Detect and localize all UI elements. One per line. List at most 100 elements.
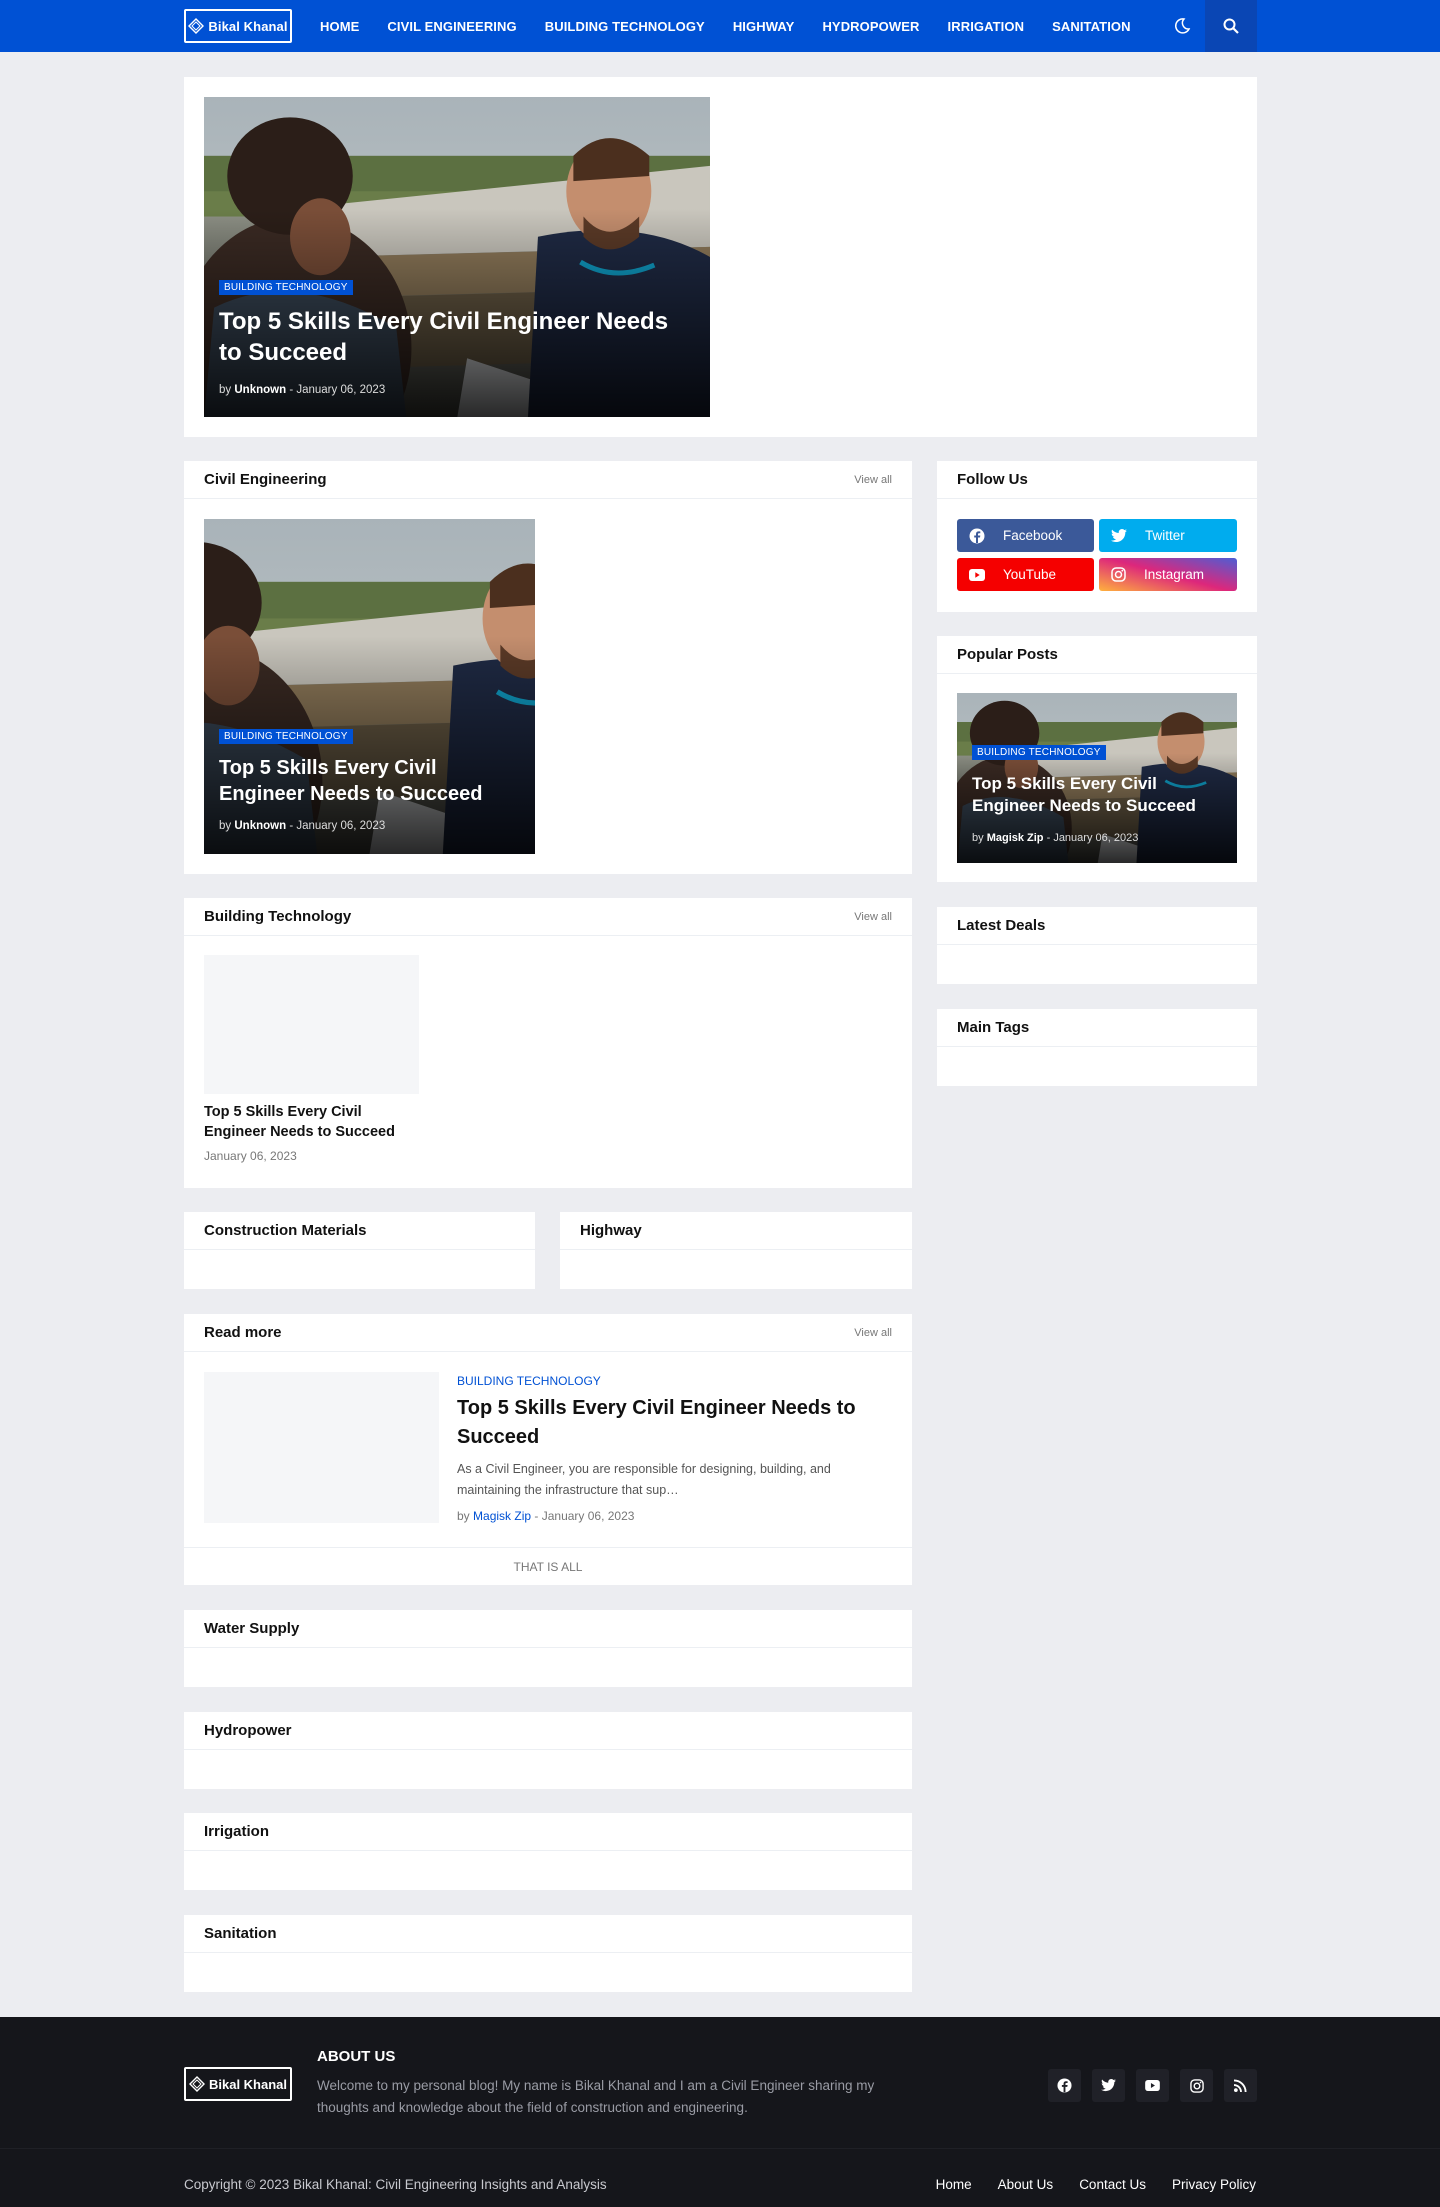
search-icon [1223, 18, 1239, 34]
logo-text: Bikal Khanal [208, 18, 288, 34]
post-title[interactable]: Top 5 Skills Every Civil Engineer Needs … [219, 755, 524, 807]
about-title: ABOUT US [317, 2048, 396, 2065]
widget-title: Popular Posts [957, 646, 1058, 663]
youtube-icon [969, 568, 985, 581]
widget-header: Popular Posts [937, 636, 1257, 674]
post-author[interactable]: Unknown [234, 384, 286, 396]
footer-link-contact[interactable]: Contact Us [1079, 2177, 1146, 2192]
nav-hydropower[interactable]: HYDROPOWER [822, 19, 919, 34]
logo-icon [188, 18, 205, 34]
post-excerpt: As a Civil Engineer, you are responsible… [457, 1462, 831, 1498]
view-all-link[interactable]: View all [854, 1327, 892, 1339]
nav-home[interactable]: HOME [320, 19, 359, 34]
post-author[interactable]: Unknown [234, 820, 286, 832]
instagram-icon [1189, 2078, 1204, 2093]
facebook-icon [1057, 2078, 1072, 2093]
post-category-tag[interactable]: BUILDING TECHNOLOGY [219, 280, 353, 295]
section-header: Building Technology View all [184, 898, 912, 936]
footer-logo[interactable]: Bikal Khanal [184, 2067, 292, 2101]
facebook-label: Facebook [1003, 528, 1063, 543]
featured-post-card[interactable]: BUILDING TECHNOLOGY Top 5 Skills Every C… [204, 97, 710, 417]
post-meta: by Magisk Zip - January 06, 2023 [457, 1509, 634, 1523]
section-title: Highway [580, 1222, 642, 1239]
read-more-section: Read more View all BUILDING TECHNOLOGY T… [184, 1314, 912, 1585]
popular-post-card[interactable]: BUILDING TECHNOLOGY Top 5 Skills Every C… [957, 693, 1237, 863]
widget-title: Follow Us [957, 471, 1028, 488]
section-header: Construction Materials [184, 1212, 535, 1250]
nav-irrigation[interactable]: IRRIGATION [948, 19, 1025, 34]
nav-civil-engineering[interactable]: CIVIL ENGINEERING [387, 19, 516, 34]
section-title: Irrigation [204, 1823, 270, 1840]
post-meta: by Magisk Zip - January 06, 2023 [972, 832, 1138, 844]
post-card[interactable]: BUILDING TECHNOLOGY Top 5 Skills Every C… [204, 519, 535, 854]
post-author[interactable]: Magisk Zip [473, 1509, 531, 1523]
post-category-tag[interactable]: BUILDING TECHNOLOGY [972, 745, 1106, 760]
facebook-button[interactable]: Facebook [957, 519, 1094, 552]
main-nav: HOME CIVIL ENGINEERING BUILDING TECHNOLO… [320, 0, 1159, 52]
post-author[interactable]: Magisk Zip [987, 832, 1044, 844]
civil-engineering-section: Civil Engineering View all BUILDING TECH… [184, 461, 912, 874]
moon-icon[interactable] [1172, 16, 1192, 36]
post-title[interactable]: Top 5 Skills Every Civil Engineer Needs … [972, 773, 1222, 817]
post-date: - January 06, 2023 [534, 1509, 635, 1523]
post-title[interactable]: Top 5 Skills Every Civil Engineer Needs … [204, 1102, 419, 1143]
post-thumbnail[interactable] [204, 1372, 439, 1523]
section-title: Civil Engineering [204, 471, 327, 488]
section-title: Construction Materials [204, 1222, 367, 1239]
widget-header: Main Tags [937, 1009, 1257, 1047]
popular-posts-widget: Popular Posts BUILDING TECHNOLOGY Top 5 … [937, 636, 1257, 882]
section-header: Water Supply [184, 1610, 912, 1648]
footer-divider [0, 2148, 1440, 2149]
logo-icon [188, 2076, 205, 2092]
post-date: January 06, 2023 [204, 1149, 297, 1163]
footer-link-privacy[interactable]: Privacy Policy [1172, 2177, 1256, 2192]
instagram-icon [1111, 567, 1126, 582]
about-text: Welcome to my personal blog! My name is … [317, 2078, 875, 2115]
top-navbar: Bikal Khanal HOME CIVIL ENGINEERING BUIL… [0, 0, 1440, 52]
section-header: Read more View all [184, 1314, 912, 1352]
hydropower-section: Hydropower [184, 1712, 912, 1789]
post-title[interactable]: Top 5 Skills Every Civil Engineer Needs … [457, 1394, 877, 1452]
footer-facebook-link[interactable] [1048, 2069, 1081, 2102]
post-thumbnail[interactable] [204, 955, 419, 1094]
water-supply-section: Water Supply [184, 1610, 912, 1687]
post-category-tag[interactable]: BUILDING TECHNOLOGY [457, 1374, 601, 1388]
footer-rss-link[interactable] [1224, 2069, 1257, 2102]
nav-building-technology[interactable]: BUILDING TECHNOLOGY [545, 19, 705, 34]
section-header: Highway [560, 1212, 912, 1250]
youtube-button[interactable]: YouTube [957, 558, 1094, 591]
section-title: Water Supply [204, 1620, 300, 1637]
twitter-button[interactable]: Twitter [1099, 519, 1237, 552]
twitter-icon [1111, 528, 1127, 542]
sanitation-section: Sanitation [184, 1915, 912, 1992]
instagram-button[interactable]: Instagram [1099, 558, 1237, 591]
footer-link-about[interactable]: About Us [998, 2177, 1054, 2192]
search-button[interactable] [1205, 0, 1257, 52]
view-all-link[interactable]: View all [854, 911, 892, 923]
widget-title: Latest Deals [957, 917, 1046, 934]
widget-header: Latest Deals [937, 907, 1257, 945]
section-header: Sanitation [184, 1915, 912, 1953]
nav-sanitation[interactable]: SANITATION [1052, 19, 1131, 34]
site-logo[interactable]: Bikal Khanal [184, 9, 292, 43]
widget-header: Follow Us [937, 461, 1257, 499]
footer-youtube-link[interactable] [1136, 2069, 1169, 2102]
facebook-icon [969, 528, 985, 543]
meta-by: by [972, 832, 984, 844]
meta-by: by [219, 384, 232, 396]
post-meta: by Unknown - January 06, 2023 [219, 384, 385, 396]
footer-instagram-link[interactable] [1180, 2069, 1213, 2102]
footer-twitter-link[interactable] [1092, 2069, 1125, 2102]
nav-highway[interactable]: HIGHWAY [733, 19, 795, 34]
end-of-posts: THAT IS ALL [184, 1547, 912, 1585]
post-category-tag[interactable]: BUILDING TECHNOLOGY [219, 729, 353, 744]
featured-section: BUILDING TECHNOLOGY Top 5 Skills Every C… [184, 77, 1257, 437]
post-title[interactable]: Top 5 Skills Every Civil Engineer Needs … [219, 306, 689, 368]
footer-link-home[interactable]: Home [936, 2177, 972, 2192]
twitter-icon [1101, 2079, 1116, 2092]
widget-title: Main Tags [957, 1019, 1030, 1036]
view-all-link[interactable]: View all [854, 474, 892, 486]
rss-icon [1234, 2079, 1247, 2092]
section-title: Read more [204, 1324, 282, 1341]
building-technology-section: Building Technology View all Top 5 Skill… [184, 898, 912, 1188]
